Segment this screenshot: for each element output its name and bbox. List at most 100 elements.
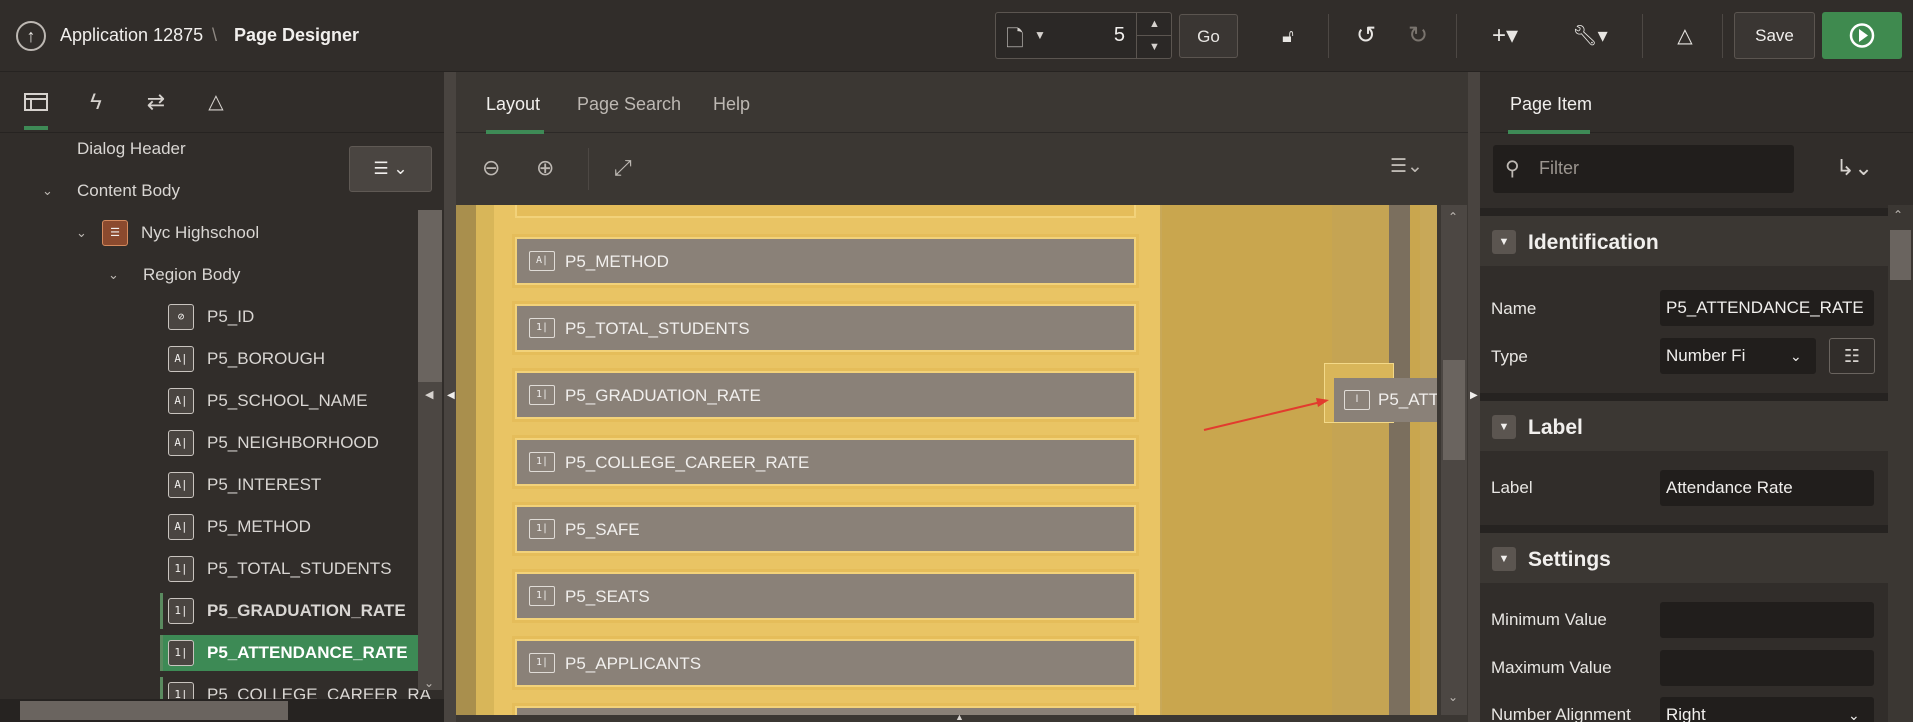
collapse-left-icon[interactable]: ◀ [447, 390, 455, 401]
create-menu-icon[interactable]: +▾ [1480, 14, 1530, 58]
scroll-up-icon[interactable]: ⌃ [1893, 208, 1903, 222]
label-input[interactable]: Attendance Rate [1660, 470, 1874, 506]
chevron-down-icon[interactable]: ▼ [1492, 230, 1516, 254]
tab-page-search[interactable]: Page Search [577, 94, 681, 115]
tab-page-item[interactable]: Page Item [1510, 94, 1592, 115]
tree-item-label: P5_SCHOOL_NAME [207, 391, 368, 410]
number-alignment-select[interactable]: Right ⌄ [1660, 697, 1874, 722]
tree-item[interactable]: ⊘ P5_ID [0, 297, 418, 337]
section-title: Settings [1528, 548, 1611, 571]
processing-icon[interactable]: ⇄ [128, 72, 184, 132]
tree-node-region-body[interactable]: ⌄ Region Body [0, 255, 420, 295]
section-settings[interactable]: ▼ Settings [1480, 525, 1888, 583]
tab-help[interactable]: Help [713, 94, 750, 115]
save-button[interactable]: Save [1734, 12, 1815, 59]
tree-vertical-scrollbar[interactable] [418, 210, 442, 690]
text-field-icon: A| [168, 346, 194, 372]
tree-horizontal-scrollbar[interactable] [0, 699, 444, 722]
rendering-icon [24, 93, 48, 111]
canvas-vertical-scrollbar[interactable] [1441, 205, 1467, 715]
decrement-icon[interactable]: ▼ [1136, 35, 1172, 58]
redo-icon[interactable]: ↻ [1398, 14, 1438, 58]
tree-item-label: P5_METHOD [207, 517, 311, 536]
chevron-down-icon: ⌄ [1790, 348, 1802, 364]
dynamic-actions-bolt-icon[interactable]: ϟ [68, 72, 124, 132]
tree-item-label: P5_INTEREST [207, 475, 322, 494]
tree-item-label: P5_ID [207, 307, 255, 326]
chevron-down-icon[interactable]: ▼ [1492, 415, 1516, 439]
chevron-down-icon: ⌄ [1848, 707, 1860, 722]
scroll-up-icon[interactable]: ⌃ [1448, 210, 1458, 224]
tree-item-label: P5_NEIGHBORHOOD [207, 433, 379, 452]
tree-node-label: Content Body [77, 181, 181, 200]
undo-icon[interactable]: ↺ [1346, 14, 1386, 58]
tree-item-label: P5_GRADUATION_RATE [207, 601, 406, 620]
collapse-bottom-icon[interactable]: ▲ [955, 712, 964, 722]
number-alignment-value: Right [1666, 705, 1706, 722]
tree-node-region[interactable]: ⌄ ☰ Nyc Highschool [0, 213, 420, 253]
page-icon: 🗋 [1006, 26, 1024, 51]
layout-canvas[interactable]: A| P5_METHOD 1| P5_TOTAL_STUDENTS 1| P5_GRADU… [456, 205, 1437, 715]
section-title: Label [1528, 416, 1583, 439]
label-label: Label [1491, 478, 1533, 497]
go-button[interactable]: Go [1179, 14, 1238, 58]
tab-layout[interactable]: Layout [486, 94, 540, 115]
chevron-down-icon[interactable]: ⌄ [108, 255, 119, 295]
up-arrow-icon[interactable]: ↑ [16, 21, 46, 51]
tree-item[interactable]: A| P5_SCHOOL_NAME [0, 381, 418, 421]
filter-placeholder: Filter [1539, 158, 1579, 178]
text-field-icon: A| [168, 388, 194, 414]
expand-right-icon[interactable]: ▶ [1470, 390, 1478, 401]
property-vertical-scrollbar[interactable] [1888, 205, 1913, 722]
number-alignment-label: Number Alignment [1491, 705, 1631, 722]
tree-item[interactable]: 1| P5_GRADUATION_RATE [0, 591, 418, 631]
filter-input[interactable]: ⚲ Filter [1493, 145, 1794, 193]
zoom-in-icon[interactable]: ⊕ [536, 155, 554, 181]
tab-rendering[interactable] [8, 72, 64, 132]
expand-icon[interactable]: ⤢ [614, 155, 632, 181]
go-to-group-icon[interactable]: ↳⌄ [1836, 155, 1873, 181]
type-select-value: Number Fi [1666, 346, 1746, 365]
increment-icon[interactable]: ▲ [1136, 13, 1172, 36]
page-number-input[interactable]: 5 [1060, 24, 1125, 47]
tree-item[interactable]: A| P5_BOROUGH [0, 339, 418, 379]
list-view-icon[interactable]: ☷ [1829, 338, 1875, 374]
maximum-value-label: Maximum Value [1491, 658, 1612, 677]
tree-node-label: Nyc Highschool [141, 223, 260, 242]
chevron-down-icon[interactable]: ▼ [1492, 547, 1516, 571]
name-input[interactable]: P5_ATTENDANCE_RATE [1660, 290, 1874, 326]
utilities-wrench-icon[interactable]: 🔧︎▾ [1565, 14, 1615, 58]
text-field-icon: A| [168, 472, 194, 498]
tree-item[interactable]: 1| P5_ATTENDANCE_RATE [0, 633, 418, 673]
minimum-value-input[interactable] [1660, 602, 1874, 638]
collapse-panel-icon[interactable]: ◀ [425, 388, 433, 401]
scroll-down-icon[interactable]: ⌄ [1448, 690, 1458, 704]
shared-components-tab-icon[interactable]: △ [188, 72, 244, 132]
page-title: Page Designer [234, 25, 360, 45]
text-field-icon: A| [168, 514, 194, 540]
top-toolbar: ↑ Application 12875 \ Page Designer 🗋 ▼ … [0, 0, 1913, 72]
scroll-down-icon[interactable]: ⌄ [424, 676, 434, 690]
zoom-out-icon[interactable]: ⊖ [482, 155, 500, 181]
shared-components-icon[interactable]: △ [1664, 14, 1706, 58]
chevron-down-icon[interactable]: ⌄ [42, 171, 53, 211]
maximum-value-input[interactable] [1660, 650, 1874, 686]
number-field-icon: 1| [168, 556, 194, 582]
chevron-down-icon[interactable]: ⌄ [76, 213, 87, 253]
tree-item[interactable]: A| P5_INTEREST [0, 465, 418, 505]
tree-node-label: Dialog Header [77, 139, 186, 158]
type-label: Type [1491, 347, 1528, 366]
layout-menu-icon[interactable]: ☰⌄ [1390, 155, 1423, 178]
tree-item[interactable]: A| P5_NEIGHBORHOOD [0, 423, 418, 463]
tree-item[interactable]: 1| P5_TOTAL_STUDENTS [0, 549, 418, 589]
chevron-down-icon[interactable]: ▼ [1034, 28, 1046, 42]
type-select[interactable]: Number Fi ⌄ [1660, 338, 1816, 374]
tree-node-label: Region Body [143, 265, 241, 284]
section-label[interactable]: ▼ Label [1480, 393, 1888, 451]
tree-item[interactable]: A| P5_METHOD [0, 507, 418, 547]
lock-icon[interactable]: 🔓︎ [1268, 14, 1308, 58]
section-identification[interactable]: ▼ Identification [1480, 208, 1888, 266]
tree-menu-button[interactable]: ☰ ⌄ [349, 146, 432, 192]
app-breadcrumb[interactable]: Application 12875 [60, 25, 203, 46]
run-button[interactable] [1822, 12, 1902, 59]
